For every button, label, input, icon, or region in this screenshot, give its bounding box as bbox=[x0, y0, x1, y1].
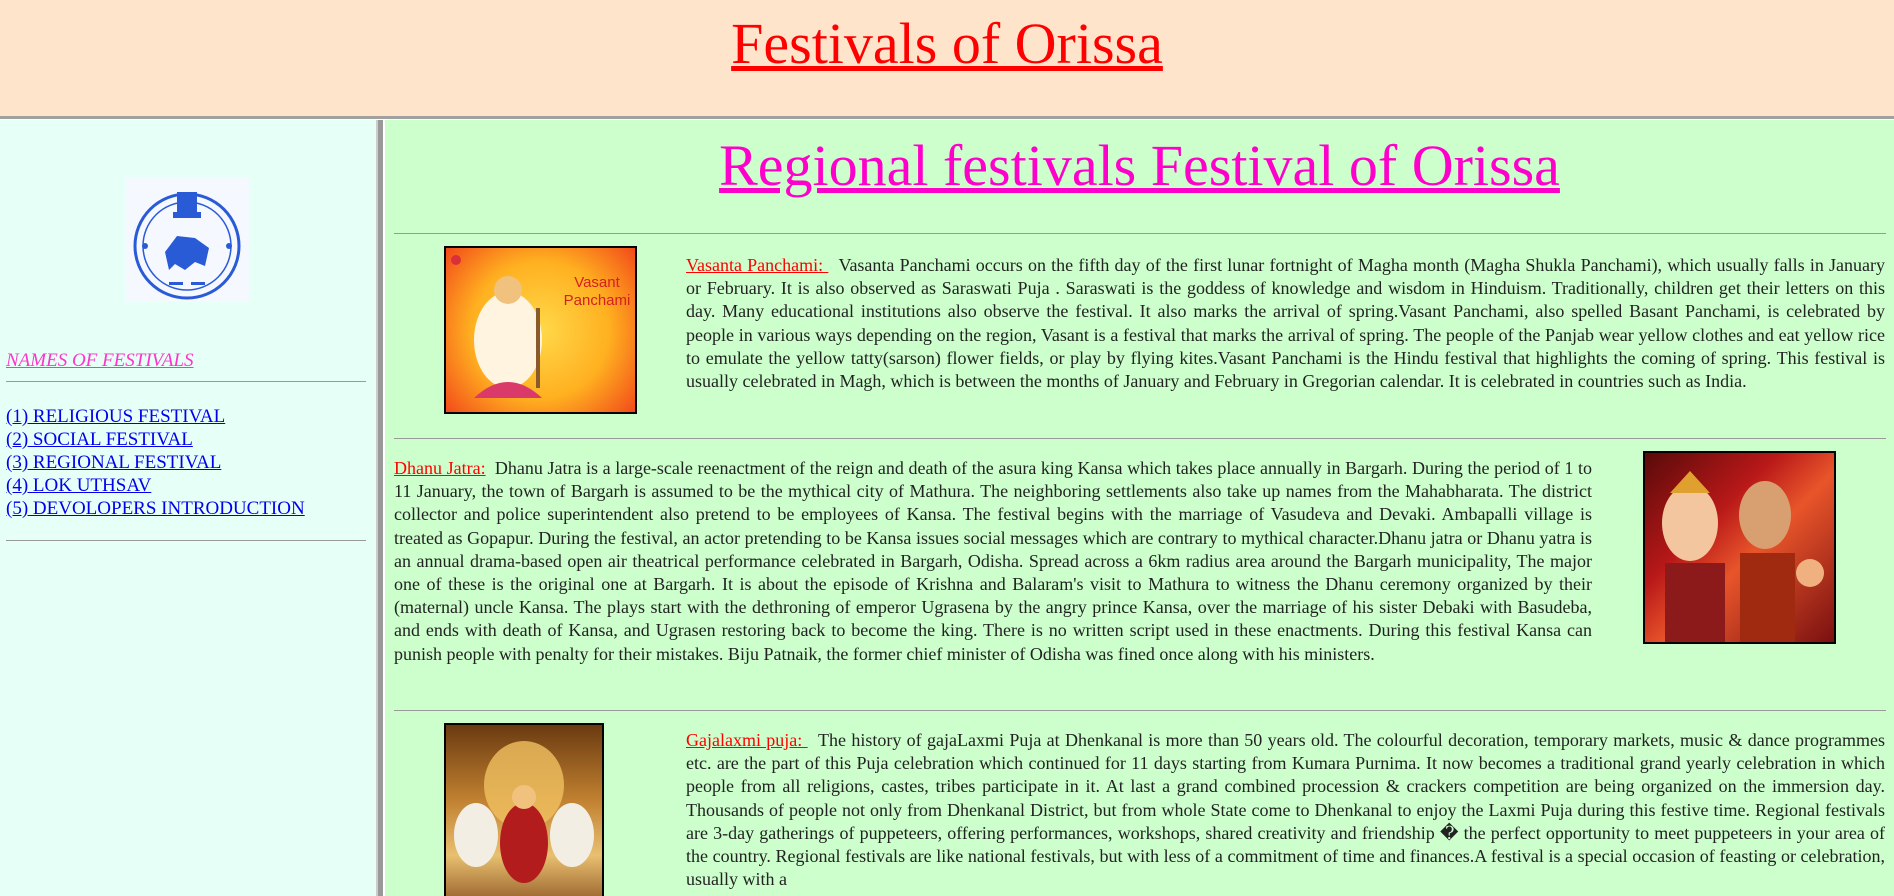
main-content: Regional festivals Festival of Orissa Va… bbox=[385, 120, 1894, 896]
content-divider bbox=[394, 710, 1886, 711]
sidebar-divider bbox=[6, 540, 366, 541]
festival-desc-vasanta: Vasanta Panchami occurs on the fifth day… bbox=[686, 255, 1885, 392]
festival-block-gajalaxmi: Gajalaxmi puja: The history of gajaLaxmi… bbox=[686, 729, 1885, 891]
nav-item-regional: (3) REGIONAL FESTIVAL bbox=[6, 451, 305, 474]
festival-desc-gajalaxmi: The history of gajaLaxmi Puja at Dhenkan… bbox=[686, 730, 1885, 890]
festival-block-vasanta: Vasanta Panchami: Vasanta Panchami occur… bbox=[686, 254, 1885, 393]
vasanta-panchami-image: Vasant Panchami bbox=[444, 246, 637, 414]
nav-item-lok-uthsav: (4) LOK UTHSAV bbox=[6, 474, 305, 497]
nav-item-social: (2) SOCIAL FESTIVAL bbox=[6, 428, 305, 451]
site-title: Festivals of Orissa bbox=[731, 11, 1163, 76]
nav-link-religious[interactable]: (1) RELIGIOUS FESTIVAL bbox=[6, 406, 225, 427]
dhanu-jatra-image bbox=[1643, 451, 1836, 644]
content-divider bbox=[394, 233, 1886, 234]
page-heading-text: Regional festivals Festival of Orissa bbox=[719, 133, 1560, 198]
festival-name-dhanu[interactable]: Dhanu Jatra: bbox=[394, 458, 486, 478]
nav-item-developers: (5) DEVOLOPERS INTRODUCTION bbox=[6, 497, 305, 520]
festival-nav-list: (1) RELIGIOUS FESTIVAL (2) SOCIAL FESTIV… bbox=[6, 405, 305, 520]
page-heading: Regional festivals Festival of Orissa bbox=[385, 132, 1894, 199]
nav-heading[interactable]: NAMES OF FESTIVALS bbox=[6, 350, 194, 372]
nav-link-social[interactable]: (2) SOCIAL FESTIVAL bbox=[6, 429, 193, 450]
nav-link-developers[interactable]: (5) DEVOLOPERS INTRODUCTION bbox=[6, 498, 305, 519]
odisha-emblem-logo bbox=[125, 178, 249, 302]
sidebar-divider bbox=[6, 381, 366, 382]
content-divider bbox=[394, 438, 1886, 439]
nav-link-regional[interactable]: (3) REGIONAL FESTIVAL bbox=[6, 452, 221, 473]
festival-name-vasanta[interactable]: Vasanta Panchami: bbox=[686, 255, 828, 275]
vasanta-panchami-image-caption: Vasant Panchami bbox=[563, 274, 631, 309]
gajalaxmi-puja-image bbox=[444, 723, 604, 896]
festival-name-gajalaxmi[interactable]: Gajalaxmi puja: bbox=[686, 730, 808, 750]
site-header: Festivals of Orissa bbox=[0, 0, 1894, 119]
festival-desc-dhanu: Dhanu Jatra is a large-scale reenactment… bbox=[394, 458, 1593, 664]
festival-block-dhanu: Dhanu Jatra: Dhanu Jatra is a large-scal… bbox=[394, 457, 1592, 666]
nav-link-lok-uthsav[interactable]: (4) LOK UTHSAV bbox=[6, 475, 151, 496]
sidebar: NAMES OF FESTIVALS (1) RELIGIOUS FESTIVA… bbox=[0, 120, 383, 896]
nav-item-religious: (1) RELIGIOUS FESTIVAL bbox=[6, 405, 305, 428]
